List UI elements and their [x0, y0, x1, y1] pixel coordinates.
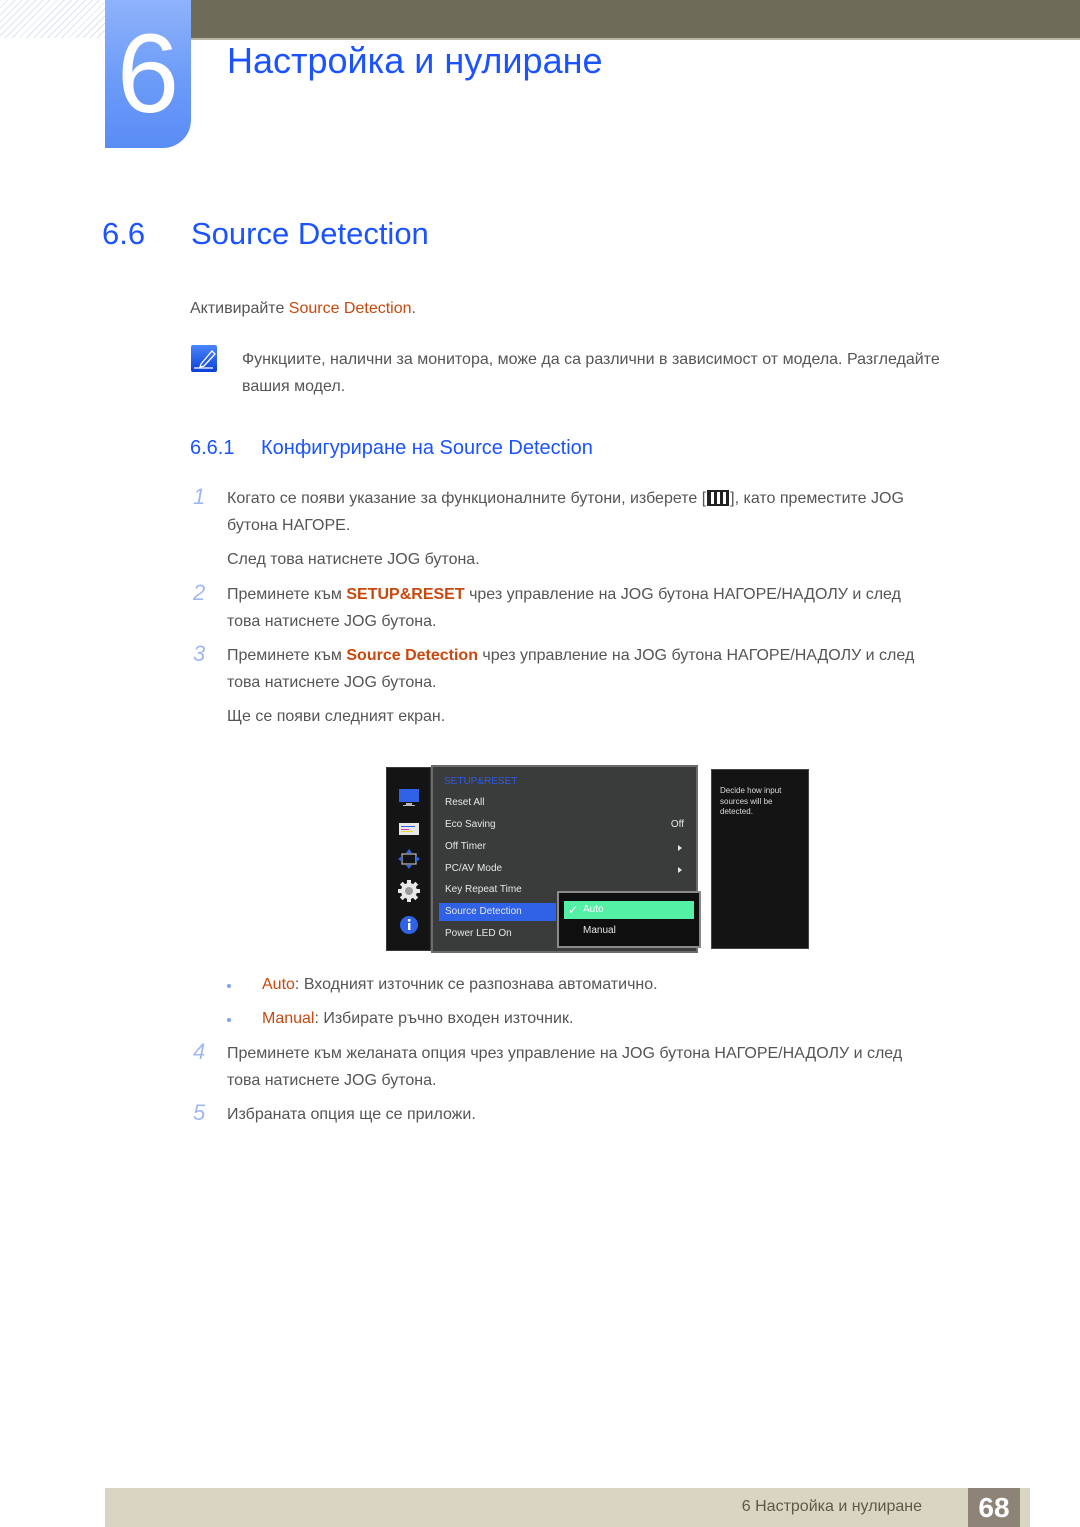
subsection-number: 6.6.1: [190, 437, 235, 459]
chapter-title: Настройка и нулиране: [227, 40, 603, 81]
step-number: 3: [193, 641, 206, 666]
step-text-line: бутона НАГОРЕ.: [227, 517, 351, 534]
osd-item-source-detection[interactable]: Source Detection: [439, 903, 556, 921]
step-text-part: ], като преместите JOG: [730, 490, 904, 507]
submenu-arrow-icon: [678, 867, 682, 873]
osd-item-reset-all[interactable]: Reset All: [439, 794, 556, 812]
step-text-part: чрез управление на JOG бутона НАГОРЕ/НАД…: [464, 586, 901, 603]
intro-suffix: .: [411, 300, 416, 317]
step-text-line: това натиснете JOG бутона.: [227, 613, 437, 630]
position-arrows-icon: [398, 849, 420, 869]
option-name: Auto: [262, 976, 295, 993]
step-text-line: това натиснете JOG бутона.: [227, 1072, 437, 1089]
step-text-line: Преминете към желаната опция чрез управл…: [227, 1045, 903, 1062]
subsection-heading: 6.6.1 Конфигуриране на Source Detection: [190, 437, 593, 460]
intro-paragraph: Активирайте Source Detection.: [190, 300, 416, 318]
section-number: 6.6: [102, 216, 146, 251]
osd-option-auto[interactable]: ✓ Auto: [564, 901, 694, 919]
step-text: Преминете към Source Detection чрез упра…: [227, 642, 914, 730]
osd-menu-title: SETUP&RESET: [444, 776, 518, 787]
menu-grid-icon: [707, 490, 730, 506]
note-pencil-icon: [191, 345, 217, 372]
step-text-part: Преминете към: [227, 647, 347, 664]
osd-item-key-repeat-time[interactable]: Key Repeat Time: [439, 881, 556, 899]
step-text: Преминете към SETUP&RESET чрез управлени…: [227, 581, 901, 635]
step-text-part: Когато се появи указание за функционални…: [227, 490, 707, 507]
note-text: Функциите, налични за монитора, може да …: [242, 346, 940, 400]
step-text-part: Преминете към: [227, 586, 347, 603]
info-icon: [400, 916, 418, 934]
option-description: : Избирате ръчно входен източник.: [314, 1010, 574, 1027]
option-label: Manual: [583, 925, 616, 936]
osd-option-manual[interactable]: Manual: [564, 922, 694, 940]
step-text: Когато се появи указание за функционални…: [227, 485, 904, 573]
step-text-line: Избраната опция ще се приложи.: [227, 1106, 476, 1123]
step-text: Преминете към желаната опция чрез управл…: [227, 1040, 902, 1094]
submenu-arrow-icon: [678, 845, 682, 851]
step-highlight: Source Detection: [346, 647, 478, 664]
step-number: 1: [193, 484, 206, 509]
section-heading: 6.6 Source Detection: [102, 216, 429, 252]
header-bar: [190, 0, 1080, 40]
step-text-line: това натиснете JOG бутона.: [227, 674, 437, 691]
step-extra-text: След това натиснете JOG бутона.: [227, 551, 480, 568]
chapter-number-tab: 6: [105, 0, 191, 148]
step-number: 2: [193, 580, 206, 605]
osd-item-off-timer[interactable]: Off Timer: [439, 838, 556, 856]
note-line: вашия модел.: [242, 378, 346, 395]
osd-item-value: Off: [670, 819, 684, 830]
bullet-icon: [227, 984, 231, 988]
option-name: Manual: [262, 1010, 315, 1027]
checkmark-icon: ✓: [568, 903, 579, 917]
osd-menu-screenshot: SETUP&RESET Reset All Eco Saving Off Off…: [386, 765, 810, 953]
step-number: 5: [193, 1100, 206, 1125]
picture-settings-icon: [399, 823, 419, 835]
osd-sidebar: [386, 767, 431, 951]
bullet-icon: [227, 1018, 231, 1022]
intro-text: Активирайте: [190, 300, 289, 317]
note-line: Функциите, налични за монитора, може да …: [242, 351, 940, 368]
intro-highlight: Source Detection: [288, 300, 412, 317]
gear-icon: [398, 880, 420, 902]
osd-help-text: Decide how input sources will be detecte…: [711, 769, 809, 949]
option-label: Auto: [583, 904, 604, 915]
osd-item-pc-av-mode[interactable]: PC/AV Mode: [439, 860, 556, 878]
step-highlight: SETUP&RESET: [346, 586, 465, 603]
osd-item-eco-saving[interactable]: Eco Saving: [439, 816, 556, 834]
option-description: : Входният източник се разпознава автома…: [294, 976, 658, 993]
step-number: 4: [193, 1039, 206, 1064]
osd-option-popup: ✓ Auto Manual: [557, 891, 701, 948]
osd-item-power-led-on[interactable]: Power LED On: [439, 925, 556, 943]
step-text: Избраната опция ще се приложи.: [227, 1101, 476, 1128]
page-number: 68: [968, 1488, 1020, 1527]
step-extra-text: Ще се появи следният екран.: [227, 708, 446, 725]
section-title: Source Detection: [191, 216, 429, 251]
subsection-title: Конфигуриране на Source Detection: [261, 437, 593, 459]
header-hatch-decoration: [0, 0, 105, 38]
footer-band: 6 Настройка и нулиране: [105, 1488, 1030, 1527]
monitor-icon: [399, 789, 419, 806]
step-text-part: чрез управление на JOG бутона НАГОРЕ/НАД…: [477, 647, 915, 664]
footer-chapter-label: 6 Настройка и нулиране: [741, 1498, 922, 1515]
